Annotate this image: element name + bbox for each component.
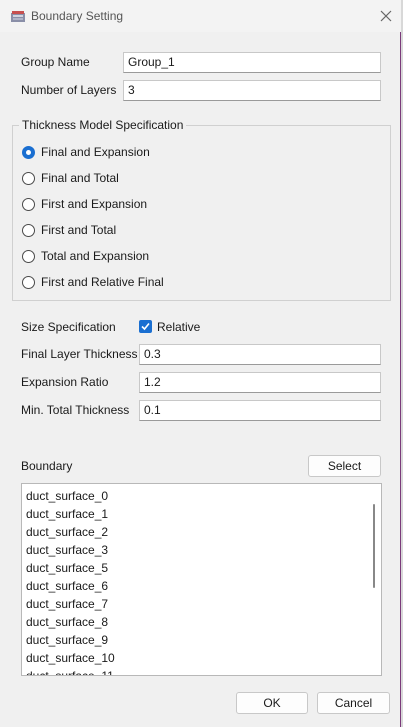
list-item[interactable]: duct_surface_0 <box>22 487 368 505</box>
checkmark-icon <box>141 322 150 331</box>
size-specification-label: Size Specification <box>21 320 116 334</box>
relative-checkbox[interactable] <box>139 320 152 333</box>
final-layer-thickness-label: Final Layer Thickness <box>21 347 138 361</box>
radio-label: Final and Total <box>41 171 119 185</box>
boundary-list[interactable]: duct_surface_0 duct_surface_1 duct_surface… <box>21 483 382 676</box>
boundary-setting-dialog: Boundary Setting Group Name Group_1 Numb… <box>0 0 401 727</box>
boundary-items: duct_surface_0 duct_surface_1 duct_surface… <box>22 487 368 675</box>
expansion-ratio-field[interactable]: 1.2 <box>139 372 381 393</box>
radio-button[interactable] <box>22 250 35 263</box>
min-total-thickness-field[interactable]: 0.1 <box>139 400 381 421</box>
list-item[interactable]: duct_surface_1 <box>22 505 368 523</box>
group-name-label: Group Name <box>21 55 90 69</box>
radio-label: Final and Expansion <box>41 145 150 159</box>
boundary-label: Boundary <box>21 459 73 473</box>
window-title: Boundary Setting <box>31 9 124 23</box>
relative-checkbox-label: Relative <box>157 320 201 334</box>
cancel-button[interactable]: Cancel <box>317 692 390 714</box>
radio-label: Total and Expansion <box>41 249 150 263</box>
radio-button[interactable] <box>22 198 35 211</box>
title-bar: Boundary Setting <box>0 0 401 32</box>
app-icon <box>10 9 26 23</box>
scrollbar-thumb[interactable] <box>373 504 375 588</box>
min-total-thickness-label: Min. Total Thickness <box>21 403 130 417</box>
list-item[interactable]: duct_surface_11 <box>22 667 368 675</box>
group-name-field[interactable]: Group_1 <box>123 52 381 73</box>
scrollbar[interactable] <box>367 484 381 675</box>
list-item[interactable]: duct_surface_8 <box>22 613 368 631</box>
list-item[interactable]: duct_surface_3 <box>22 541 368 559</box>
final-layer-thickness-field[interactable]: 0.3 <box>139 344 381 365</box>
radio-button[interactable] <box>22 146 35 159</box>
radio-label: First and Relative Final <box>41 275 164 289</box>
radio-button[interactable] <box>22 276 35 289</box>
list-item[interactable]: duct_surface_7 <box>22 595 368 613</box>
expansion-ratio-label: Expansion Ratio <box>21 375 109 389</box>
close-icon <box>380 10 392 22</box>
close-button[interactable] <box>372 4 400 28</box>
list-item[interactable]: duct_surface_2 <box>22 523 368 541</box>
list-item[interactable]: duct_surface_5 <box>22 559 368 577</box>
thickness-model-title: Thickness Model Specification <box>19 118 187 132</box>
radio-button[interactable] <box>22 224 35 237</box>
select-button[interactable]: Select <box>308 455 381 477</box>
radio-label: First and Total <box>41 223 117 237</box>
radio-label: First and Expansion <box>41 197 148 211</box>
list-item[interactable]: duct_surface_10 <box>22 649 368 667</box>
list-item[interactable]: duct_surface_6 <box>22 577 368 595</box>
ok-button[interactable]: OK <box>236 692 308 714</box>
list-item[interactable]: duct_surface_9 <box>22 631 368 649</box>
radio-button[interactable] <box>22 172 35 185</box>
number-of-layers-label: Number of Layers <box>21 83 117 97</box>
number-of-layers-field[interactable]: 3 <box>123 80 381 101</box>
